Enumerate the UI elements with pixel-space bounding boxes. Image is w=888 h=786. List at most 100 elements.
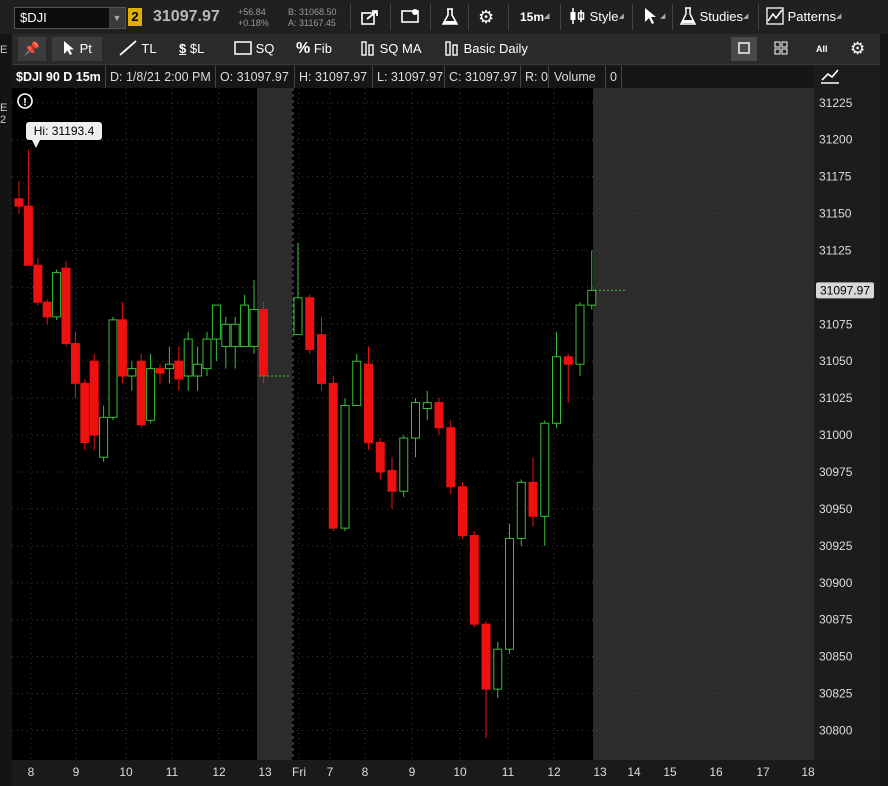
time-tick-label: 14	[627, 765, 641, 779]
chart-title: $DJI 90 D 15m	[16, 70, 101, 84]
dollar-line-icon: $	[179, 41, 187, 56]
info-divider	[605, 66, 606, 88]
candle-body	[127, 368, 137, 377]
info-divider	[372, 66, 373, 88]
alert-icon[interactable]	[400, 4, 422, 30]
info-divider	[105, 66, 106, 88]
candle-body	[469, 535, 479, 625]
candle-body	[117, 319, 127, 377]
candle-body	[80, 382, 90, 443]
toolbar-divider	[468, 4, 469, 30]
ask-price: A: 31167.45	[288, 18, 336, 28]
candle-body	[249, 309, 259, 347]
info-date: D: 1/8/21 2:00 PM	[110, 70, 211, 84]
fibonacci-tool[interactable]: % Fib	[296, 37, 346, 61]
link-badge[interactable]: 2	[128, 8, 142, 26]
price-level-tool[interactable]: $ $L	[179, 37, 229, 61]
studies-label: Studies	[699, 9, 743, 24]
candle-body	[481, 623, 491, 690]
candle-body	[164, 363, 174, 370]
price-tick-label: 31200	[819, 133, 853, 147]
share-icon[interactable]	[360, 4, 382, 30]
toolbar-divider	[758, 4, 759, 30]
candle-body	[230, 323, 240, 347]
candle-body	[183, 338, 193, 377]
basic-daily-label: Basic Daily	[463, 41, 528, 56]
grid-layout-button[interactable]	[774, 37, 794, 61]
offhours-shading	[257, 88, 292, 760]
square-tool[interactable]: SQ	[234, 37, 284, 61]
candle-body	[23, 205, 33, 266]
chevron-down-icon[interactable]: ▼	[109, 8, 125, 28]
toolbar-divider	[560, 4, 561, 30]
candle-body	[317, 334, 326, 384]
gear-icon[interactable]: ⚙	[850, 37, 874, 61]
candle-body	[89, 360, 99, 436]
sq-ma-tool[interactable]: SQ MA	[360, 37, 432, 61]
candle-body	[446, 427, 456, 488]
cursor-icon[interactable]: ◢	[642, 4, 668, 30]
candle-body	[52, 272, 62, 318]
info-low: L: 31097.97	[377, 70, 444, 84]
toolbar-divider	[672, 4, 673, 30]
candle-body	[258, 309, 268, 377]
time-tick-label: 9	[73, 765, 80, 779]
symbol-input[interactable]: $DJI ▼	[14, 7, 126, 29]
info-divider	[621, 66, 622, 88]
gear-icon[interactable]: ⚙	[478, 4, 500, 30]
left-edge-text: E 2	[0, 102, 8, 126]
price-tick-label: 30875	[819, 613, 853, 627]
square-label: SQ	[255, 41, 275, 56]
flask-icon[interactable]	[440, 4, 462, 30]
pointer-tool[interactable]: Pt	[52, 37, 102, 61]
single-layout-button[interactable]	[731, 37, 757, 61]
candle-body	[70, 343, 80, 384]
price-tick-label: 31175	[819, 170, 852, 184]
time-tick-label: 13	[593, 765, 607, 779]
interval-selector[interactable]: 15m◢	[520, 4, 554, 30]
candle-body	[364, 363, 373, 443]
square-icon	[738, 42, 750, 54]
left-panel-edge: E E 2	[0, 34, 12, 786]
time-tick-label: 16	[709, 765, 723, 779]
price-tick-label: 31150	[819, 207, 852, 221]
toolbar-divider	[430, 4, 431, 30]
candle-body	[563, 356, 573, 365]
last-price: 31097.97	[153, 8, 220, 25]
info-high: H: 31097.97	[299, 70, 368, 84]
style-button[interactable]: Style◢	[568, 4, 626, 30]
time-tick-label: 10	[119, 765, 133, 779]
price-tick-label: 30925	[819, 539, 853, 553]
trendline-label: TL	[141, 41, 157, 56]
candle-body	[193, 363, 203, 377]
time-tick-label: 11	[502, 765, 515, 779]
studies-button[interactable]: Studies◢	[679, 4, 752, 30]
candle-body	[240, 304, 250, 347]
patterns-button[interactable]: Patterns◢	[766, 4, 850, 30]
info-range: R: 0	[525, 70, 548, 84]
trendline-tool[interactable]: TL	[118, 37, 168, 61]
pin-icon[interactable]: 📌	[18, 37, 46, 61]
time-tick-label: Fri	[292, 765, 306, 779]
volume-value: 0	[610, 70, 617, 84]
chevron-down-icon: ◢	[544, 13, 550, 20]
candle-body	[328, 382, 338, 529]
time-tick-label: 17	[756, 765, 770, 779]
candle-body	[42, 301, 52, 318]
candle-body	[387, 470, 397, 492]
time-tick-label: 12	[212, 765, 226, 779]
all-layouts-button[interactable]: All	[816, 37, 836, 61]
info-alert-icon-glyph: !	[23, 97, 27, 109]
basic-daily-tool[interactable]: Basic Daily	[444, 37, 536, 61]
time-tick-label: 9	[409, 765, 416, 779]
autoscale-icon[interactable]	[814, 66, 888, 88]
info-close: C: 31097.97	[449, 70, 518, 84]
candle-body	[305, 297, 315, 350]
percent-icon: %	[296, 40, 311, 57]
price-chart[interactable]: 3122531200311753115031125311003107531050…	[12, 88, 888, 786]
main-toolbar: $DJI ▼ 2 31097.97 +56.84 +0.18% B: 31068…	[0, 0, 888, 35]
chevron-down-icon: ◢	[743, 13, 749, 20]
price-tick-label: 31075	[819, 317, 853, 331]
price-tick-label: 30975	[819, 465, 853, 479]
candle-body	[516, 481, 526, 539]
